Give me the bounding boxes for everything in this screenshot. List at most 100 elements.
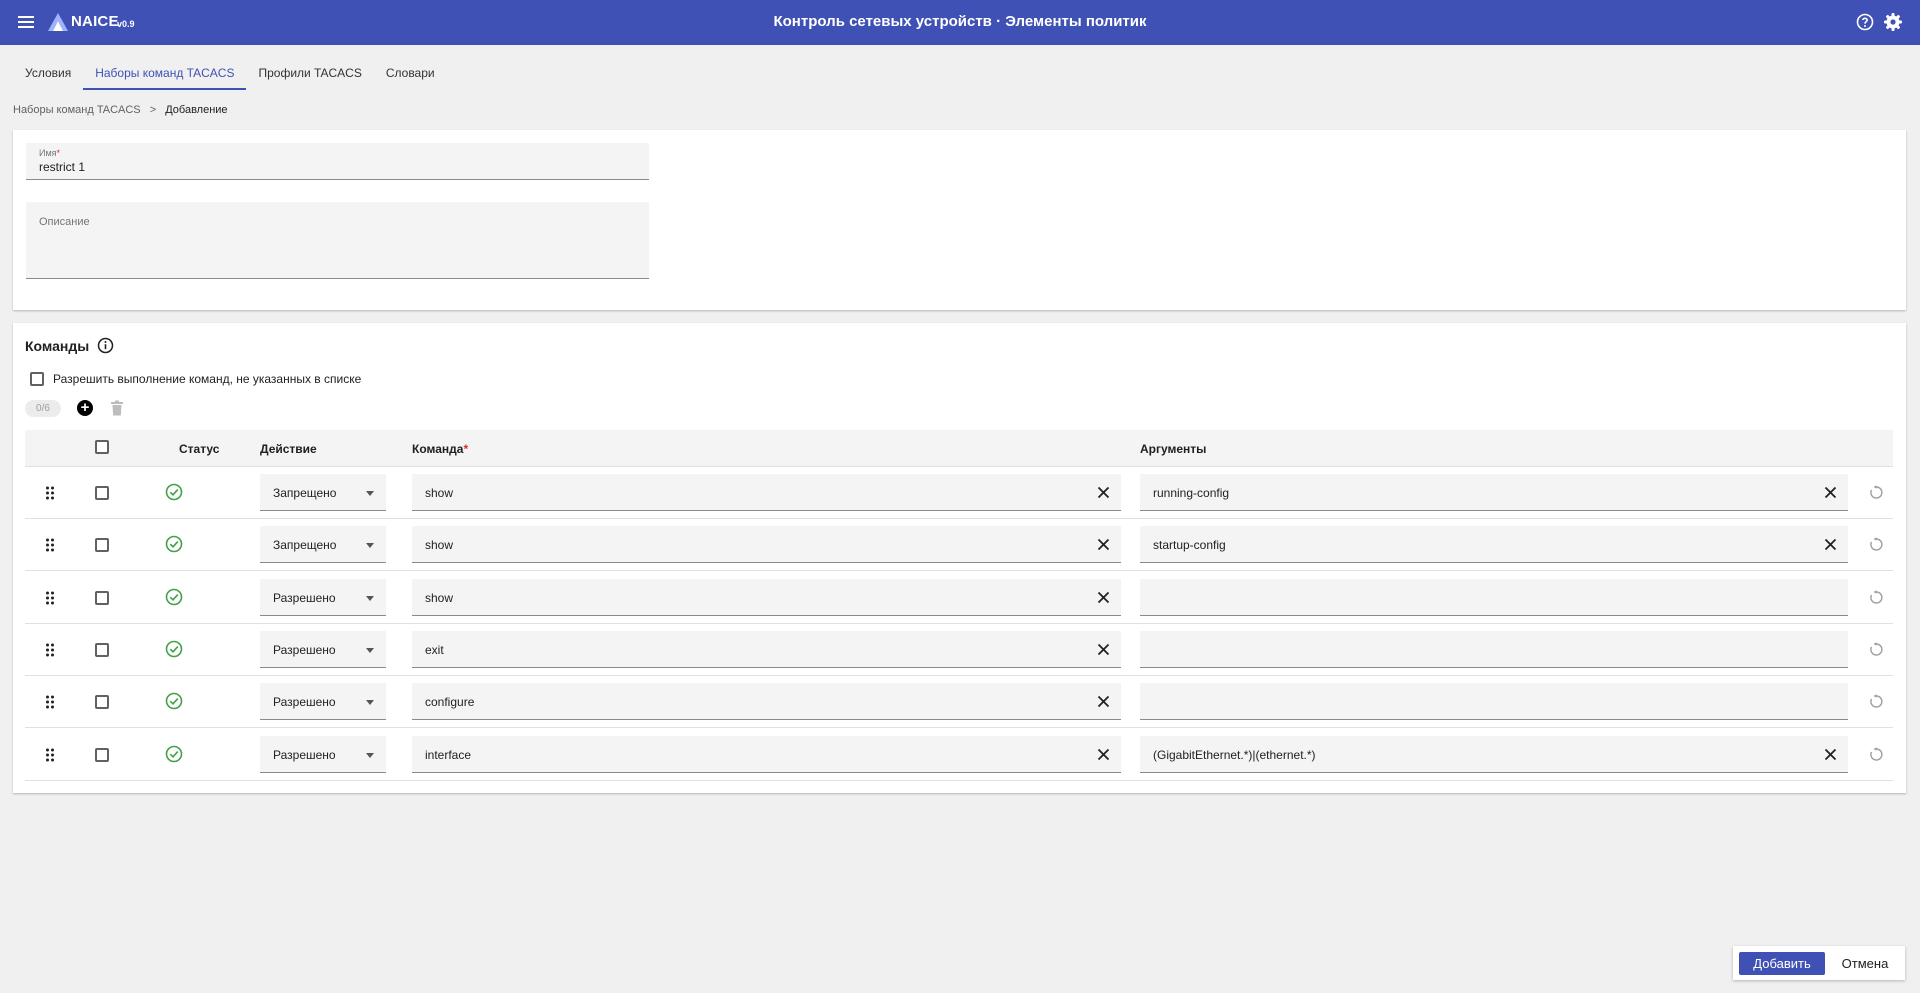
commands-table-header: Статус Действие Команда* Аргументы <box>25 430 1893 467</box>
info-icon[interactable] <box>97 337 114 354</box>
drag-handle-icon[interactable] <box>45 694 55 710</box>
column-header-arguments: Аргументы <box>1140 442 1207 456</box>
select-all-checkbox[interactable] <box>95 440 109 454</box>
arguments-input[interactable]: running-config <box>1140 474 1848 511</box>
settings-gear-icon[interactable] <box>1883 12 1903 32</box>
drag-handle-icon[interactable] <box>45 537 55 553</box>
column-header-command: Команда <box>412 442 464 456</box>
commands-toolbar: 0/6 + <box>25 399 124 417</box>
name-field[interactable]: Имя* restrict 1 <box>26 143 649 180</box>
selection-counter: 0/6 <box>25 399 61 417</box>
arguments-input[interactable]: startup-config <box>1140 526 1848 564</box>
cancel-button[interactable]: Отмена <box>1833 952 1897 975</box>
commands-card: Команды Разрешить выполнение команд, не … <box>13 323 1906 793</box>
row-select-checkbox[interactable] <box>95 486 109 500</box>
reset-icon[interactable] <box>1869 485 1884 500</box>
command-input[interactable]: show <box>412 578 1121 616</box>
command-input[interactable]: interface <box>412 735 1121 773</box>
clear-command-icon[interactable] <box>1097 643 1110 656</box>
arguments-input[interactable] <box>1140 683 1848 721</box>
add-command-button[interactable]: + <box>77 400 93 416</box>
status-ok-icon <box>165 745 183 762</box>
command-input-value: interface <box>425 747 472 762</box>
column-header-action: Действие <box>260 442 317 456</box>
row-select-checkbox[interactable] <box>95 538 109 553</box>
command-input[interactable]: show <box>412 526 1121 564</box>
help-icon[interactable] <box>1855 12 1875 32</box>
clear-command-icon[interactable] <box>1097 486 1110 499</box>
tab-conditions[interactable]: Условия <box>13 56 83 90</box>
drag-handle-icon[interactable] <box>45 642 55 658</box>
clear-arguments-icon[interactable] <box>1824 748 1837 761</box>
clear-command-icon[interactable] <box>1097 748 1110 761</box>
required-mark: * <box>463 442 469 456</box>
clear-arguments-icon[interactable] <box>1824 486 1837 499</box>
breadcrumb: Наборы команд TACACS > Добавление <box>13 104 228 116</box>
commands-section-title: Команды <box>25 337 90 354</box>
action-select[interactable]: Запрещено <box>260 526 386 564</box>
action-select-value: Разрешено <box>273 590 336 605</box>
command-input-value: show <box>425 590 454 605</box>
allow-unlisted-label: Разрешить выполнение команд, не указанны… <box>53 372 362 386</box>
command-input[interactable]: show <box>412 474 1121 511</box>
command-input-value: exit <box>425 642 444 657</box>
dropdown-caret-icon <box>366 700 374 706</box>
drag-handle-icon[interactable] <box>45 485 55 501</box>
reset-icon[interactable] <box>1869 746 1884 762</box>
command-row: Разрешено exit <box>25 624 1893 676</box>
dropdown-caret-icon <box>366 752 374 758</box>
tab-tacacs-profiles[interactable]: Профили TACACS <box>246 56 373 90</box>
name-field-value: restrict 1 <box>39 160 86 174</box>
allow-unlisted-checkbox[interactable] <box>30 372 44 386</box>
description-field-label: Описание <box>39 216 90 228</box>
action-select[interactable]: Запрещено <box>260 474 386 511</box>
name-field-label: Имя <box>39 148 57 158</box>
action-select[interactable]: Разрешено <box>260 683 386 721</box>
breadcrumb-parent-link[interactable]: Наборы команд TACACS <box>13 104 141 116</box>
status-ok-icon <box>165 535 183 553</box>
description-field[interactable]: Описание <box>26 202 649 279</box>
action-select[interactable]: Разрешено <box>260 578 386 616</box>
arguments-input[interactable] <box>1140 578 1848 616</box>
row-select-checkbox[interactable] <box>95 590 109 605</box>
clear-arguments-icon[interactable] <box>1824 538 1837 551</box>
action-select-value: Разрешено <box>273 642 336 657</box>
reset-icon[interactable] <box>1869 537 1884 552</box>
reset-icon[interactable] <box>1869 642 1884 657</box>
row-select-checkbox[interactable] <box>95 747 109 762</box>
action-select[interactable]: Разрешено <box>260 630 386 668</box>
clear-command-icon[interactable] <box>1097 591 1110 604</box>
drag-handle-icon[interactable] <box>45 590 55 606</box>
add-button[interactable]: Добавить <box>1739 952 1825 975</box>
status-ok-icon <box>165 640 183 658</box>
tab-bar: Условия Наборы команд TACACS Профили TAC… <box>13 56 447 90</box>
reset-icon[interactable] <box>1869 589 1884 605</box>
dropdown-caret-icon <box>366 647 374 653</box>
reset-icon[interactable] <box>1869 694 1884 709</box>
row-select-checkbox[interactable] <box>95 695 109 710</box>
clear-command-icon[interactable] <box>1097 538 1110 551</box>
arguments-input[interactable]: (GigabitEthernet.*)|(ethernet.*) <box>1140 735 1848 773</box>
page-title: Контроль сетевых устройств · Элементы по… <box>773 13 1147 30</box>
action-select-value: Запрещено <box>273 538 337 553</box>
drag-handle-icon[interactable] <box>45 747 55 763</box>
action-select[interactable]: Разрешено <box>260 735 386 773</box>
command-row: Разрешено show <box>25 572 1893 624</box>
command-input[interactable]: exit <box>412 630 1121 668</box>
arguments-input-value: startup-config <box>1153 538 1226 553</box>
command-input-value: show <box>425 486 454 500</box>
arguments-input-value: (GigabitEthernet.*)|(ethernet.*) <box>1153 747 1316 762</box>
clear-command-icon[interactable] <box>1097 695 1110 708</box>
command-input[interactable]: configure <box>412 683 1121 721</box>
tab-dictionaries[interactable]: Словари <box>374 56 447 90</box>
tab-tacacs-command-sets[interactable]: Наборы команд TACACS <box>83 56 247 90</box>
row-select-checkbox[interactable] <box>95 642 109 657</box>
breadcrumb-current: Добавление <box>165 104 228 116</box>
action-select-value: Разрешено <box>273 695 336 710</box>
arguments-input[interactable] <box>1140 630 1848 668</box>
arguments-input-value: running-config <box>1153 486 1230 500</box>
delete-icon[interactable] <box>110 400 124 416</box>
command-row: Запрещено show running-config <box>25 467 1893 519</box>
allow-unlisted-option[interactable]: Разрешить выполнение команд, не указанны… <box>30 372 361 386</box>
dropdown-caret-icon <box>366 543 374 549</box>
